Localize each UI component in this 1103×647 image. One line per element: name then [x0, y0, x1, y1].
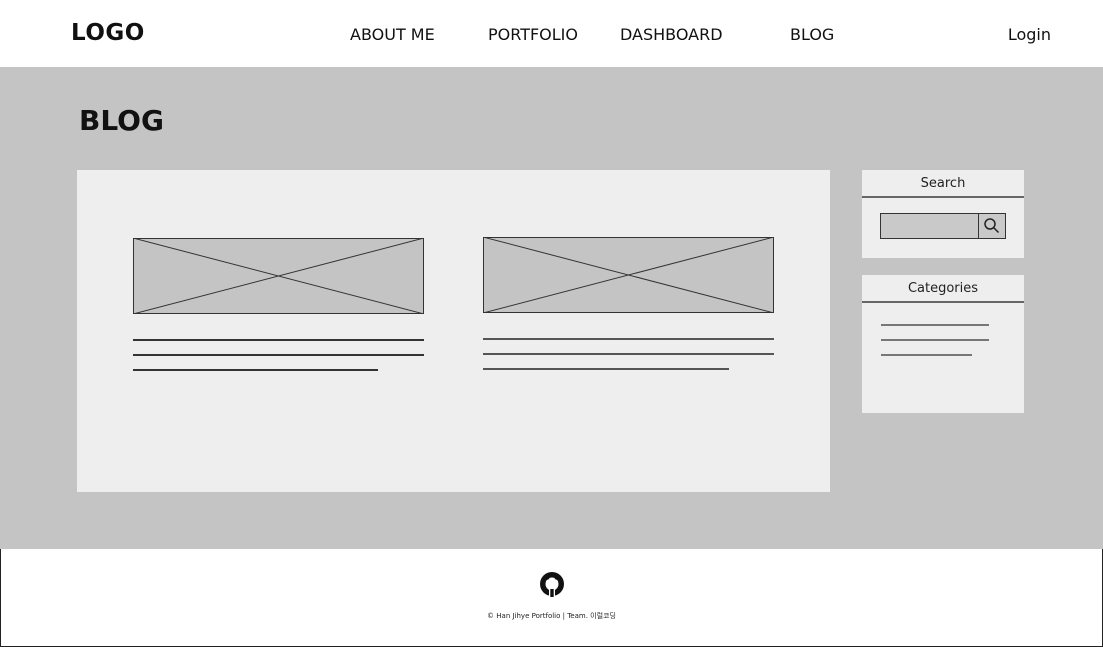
nav-item-dashboard[interactable]: DASHBOARD	[620, 25, 723, 44]
search-widget-title: Search	[862, 170, 1024, 198]
post-text-line	[133, 354, 424, 356]
post-text-line	[483, 338, 774, 340]
login-link[interactable]: Login	[1008, 25, 1051, 44]
image-placeholder-icon	[133, 238, 424, 314]
search-input[interactable]	[880, 213, 1006, 239]
post-text-line	[133, 339, 424, 341]
post-text-line	[483, 353, 774, 355]
post-text-line	[483, 368, 729, 370]
nav-item-portfolio[interactable]: PORTFOLIO	[488, 25, 578, 44]
search-icon	[984, 218, 1000, 234]
post-thumbnail[interactable]	[483, 237, 774, 313]
main-section: BLOG Search Categories	[0, 67, 1103, 549]
category-item[interactable]	[881, 324, 989, 326]
categories-widget-title: Categories	[862, 275, 1024, 303]
category-item[interactable]	[881, 354, 972, 356]
page-title: BLOG	[79, 104, 164, 137]
footer-copyright: © Han Jihye Portfolio | Team. 이럴코딩	[487, 612, 616, 620]
category-item[interactable]	[881, 339, 989, 341]
nav-item-about-me[interactable]: ABOUT ME	[350, 25, 435, 44]
search-button[interactable]	[978, 214, 1005, 238]
logo[interactable]: LOGO	[71, 20, 145, 46]
categories-widget: Categories	[862, 275, 1024, 413]
post-thumbnail[interactable]	[133, 238, 424, 314]
site-footer: © Han Jihye Portfolio | Team. 이럴코딩	[0, 549, 1103, 647]
post-list	[77, 170, 830, 492]
search-widget: Search	[862, 170, 1024, 258]
nav-item-blog[interactable]: BLOG	[790, 25, 834, 44]
site-header: LOGO ABOUT ME PORTFOLIO DASHBOARD BLOG L…	[0, 0, 1103, 67]
post-text-line	[133, 369, 378, 371]
image-placeholder-icon	[483, 237, 774, 313]
github-icon[interactable]	[538, 570, 566, 598]
